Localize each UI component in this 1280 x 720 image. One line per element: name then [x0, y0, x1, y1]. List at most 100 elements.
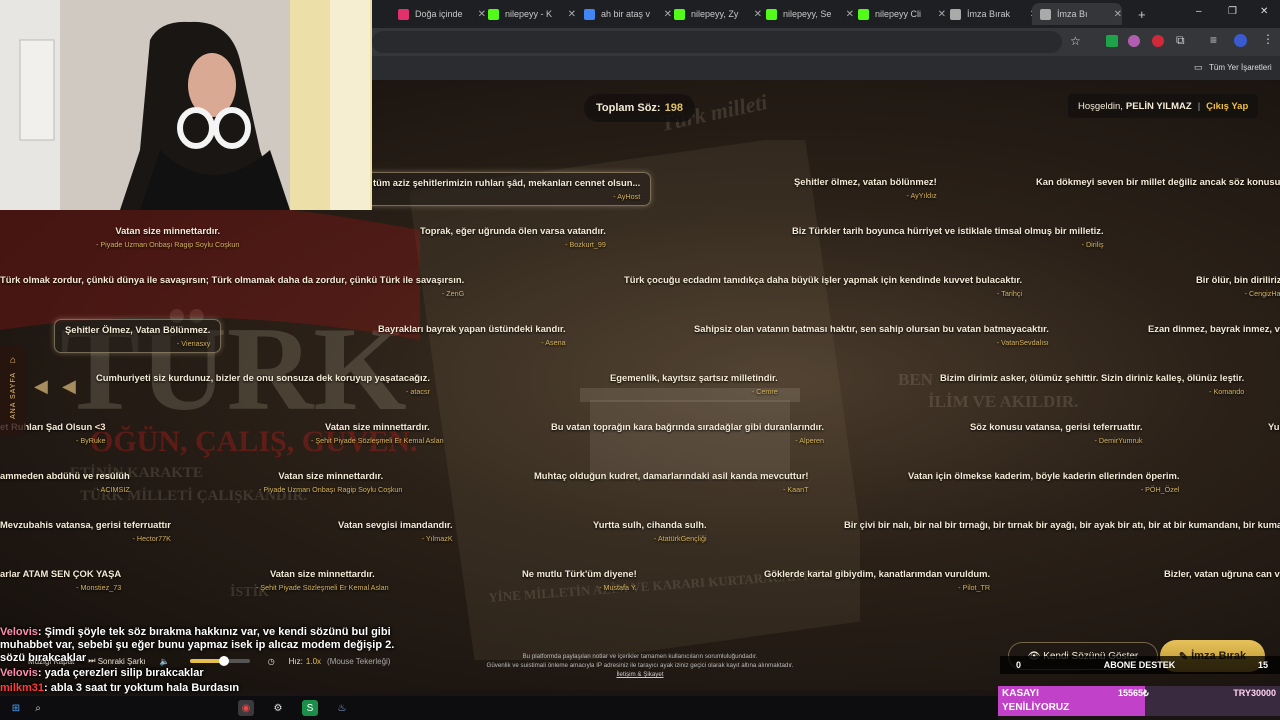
- signature-note[interactable]: Muhtaç olduğun kudret, damarlarındaki as…: [524, 466, 819, 498]
- signature-note[interactable]: Sahipsiz olan vatanın batması haktır, se…: [684, 319, 1059, 351]
- extensions-puzzle-icon[interactable]: ⧉: [1176, 33, 1185, 48]
- signature-note[interactable]: Egemenlik, kayıtsız şartsız milletindir.…: [600, 368, 788, 400]
- logout-link[interactable]: Çıkış Yap: [1206, 101, 1248, 112]
- scroll-left-arrow-icon[interactable]: ◀: [34, 376, 48, 397]
- close-tab-icon[interactable]: ✕: [568, 9, 576, 20]
- signature-note[interactable]: Vatan size minnettardır. - Şehit Piyade S…: [246, 564, 399, 596]
- signature-note[interactable]: Vatan için ölmekse kaderim, böyle kaderi…: [898, 466, 1189, 498]
- chrome-icon[interactable]: ◉: [238, 700, 254, 716]
- signature-note[interactable]: Vatan size minnettardır. - Piyade Uzman O…: [249, 466, 412, 498]
- signature-note[interactable]: Biz Türkler tarih boyunca hürriyet ve is…: [782, 221, 1114, 253]
- note-text: Ne mutlu Türk'üm diyene!: [522, 568, 637, 579]
- signature-note[interactable]: Ne mutlu Türk'üm diyene! - Mustafa Y.: [512, 564, 647, 596]
- note-text: Biz Türkler tarih boyunca hürriyet ve is…: [792, 225, 1104, 236]
- chat-user: milkm31: [0, 682, 45, 694]
- signature-note[interactable]: Türk çocuğu ecdadını tanıdıkça daha büyü…: [614, 270, 1032, 302]
- signature-note[interactable]: Bizim dirimiz asker, ölümüz şehittir. Si…: [930, 368, 1254, 400]
- profile-avatar[interactable]: [1234, 34, 1247, 47]
- note-author: - Alperen: [795, 436, 824, 445]
- browser-tab[interactable]: İmza Bı ✕: [1032, 3, 1122, 25]
- signature-note[interactable]: Vatan sevgisi imandandır. - YılmazK: [328, 515, 463, 547]
- signature-note[interactable]: Ezan dinmez, bayrak inmez, v: [1138, 319, 1280, 338]
- kick-icon: [674, 8, 685, 20]
- signature-note[interactable]: tüm aziz şehitlerimizin ruhları şâd, mek…: [362, 172, 652, 206]
- note-text: Toprak, eğer uğrunda ölen varsa vatandır…: [420, 225, 606, 236]
- spreadsheet-icon[interactable]: S: [302, 700, 318, 716]
- note-author: - Bozkurt_99: [565, 240, 606, 249]
- media-control-icon[interactable]: ≡: [1210, 33, 1217, 47]
- browser-tab[interactable]: nilepeyy - K ✕: [488, 3, 576, 25]
- welcome-separator: |: [1197, 100, 1201, 112]
- browser-tab-title: nilepeyy, Zy: [691, 9, 739, 19]
- minimize-button[interactable]: –: [1196, 6, 1202, 17]
- subscriber-goal-bar: 0 ABONE DESTEK 15: [1000, 656, 1280, 674]
- browser-tab[interactable]: ah bir ataş v ✕: [584, 3, 672, 25]
- note-text: Bir ölür, bin diriliriz!: [1196, 274, 1280, 285]
- signature-note[interactable]: Göklerde kartal gibiydim, kanatlarımdan …: [754, 564, 1000, 596]
- contact-complaint-link[interactable]: İletişim & Şikayet: [440, 670, 840, 679]
- note-text: Vatan size minnettardır.: [269, 568, 375, 579]
- browser-menu-icon[interactable]: ⋮: [1262, 32, 1274, 46]
- signature-note[interactable]: Vatan size minnettardır. - Piyade Uzman O…: [86, 221, 249, 253]
- signature-note[interactable]: arlar ATAM SEN ÇOK YAŞA - Monstiez_73: [0, 564, 131, 596]
- signature-note[interactable]: Yurtta sulh, cihanda sulh. - AtatürkGençl…: [583, 515, 717, 547]
- signature-note[interactable]: Yurtta sulh, cihanda sulh. - Ela: [1258, 417, 1280, 449]
- close-tab-icon[interactable]: ✕: [1114, 9, 1122, 20]
- browser-tab[interactable]: İmza Bırak✕: [950, 3, 1038, 25]
- close-tab-icon[interactable]: ✕: [664, 9, 672, 20]
- browser-tab[interactable]: nilepeyy, Zy ✕: [674, 3, 762, 25]
- instagram-icon: [398, 8, 409, 20]
- steam-icon[interactable]: ♨: [334, 700, 350, 716]
- signature-note[interactable]: Mevzubahis vatansa, gerisi teferruattır -…: [0, 515, 181, 547]
- signature-note[interactable]: Söz konusu vatansa, gerisi teferruattır.…: [960, 417, 1152, 449]
- signature-note[interactable]: Türk olmak zordur, çünkü dünya ile savaş…: [0, 270, 474, 302]
- browser-tab[interactable]: Doğa içinde ✕: [398, 3, 486, 25]
- browser-tab-title: İmza Bırak: [967, 9, 1011, 19]
- signature-note[interactable]: Toprak, eğer uğrunda ölen varsa vatandır…: [410, 221, 616, 253]
- close-tab-icon[interactable]: ✕: [754, 9, 762, 20]
- note-text: Vatan size minnettardır.: [278, 470, 384, 481]
- bookmarks-bar: ▭ Tüm Yer İşaretleri: [372, 56, 1280, 80]
- signature-note[interactable]: Cumhuriyeti siz kurdunuz, bizler de onu …: [86, 368, 440, 400]
- new-tab-button[interactable]: +: [1138, 7, 1146, 22]
- browser-tab-title: nilepeyy Cli: [875, 9, 922, 19]
- omnibox[interactable]: [372, 31, 1062, 53]
- close-tab-icon[interactable]: ✕: [846, 9, 854, 20]
- close-tab-icon[interactable]: ✕: [478, 9, 486, 20]
- note-author: - AyHost: [613, 192, 641, 201]
- search-icon[interactable]: ⌕: [30, 700, 46, 716]
- browser-tab[interactable]: nilepeyy, Se ✕: [766, 3, 854, 25]
- scroll-left-arrow-icon-2[interactable]: ◀: [62, 376, 76, 397]
- extension-excel-icon[interactable]: [1106, 35, 1118, 47]
- signature-note[interactable]: Bu vatan toprağın kara bağrında sıradağl…: [541, 417, 834, 449]
- all-bookmarks-button[interactable]: Tüm Yer İşaretleri: [1209, 63, 1272, 72]
- note-text: Cumhuriyeti siz kurdunuz, bizler de onu …: [96, 372, 430, 383]
- signature-note[interactable]: Bir çivi bir nalı, bir nal bir tırnağı, …: [834, 515, 1280, 534]
- maximize-button[interactable]: ❐: [1228, 6, 1237, 17]
- bookmark-star-icon[interactable]: ☆: [1070, 34, 1081, 48]
- settings-gear-icon[interactable]: ⚙: [270, 700, 286, 716]
- webcam-video-image: [0, 0, 372, 210]
- browser-tab[interactable]: nilepeyy Cli ✕: [858, 3, 946, 25]
- close-window-button[interactable]: ✕: [1260, 6, 1268, 17]
- google-icon: [584, 8, 595, 20]
- signature-note[interactable]: Şehitler Ölmez, Vatan Bölünmez. - Vienasx…: [54, 319, 222, 353]
- stream-chat-overlay: Velovis: Şimdi şöyle tek söz bırakma hak…: [0, 626, 400, 697]
- signature-note[interactable]: ammeden abdühü ve resûlüh - ACIMSIZ: [0, 466, 140, 498]
- signature-note[interactable]: Şehitler ölmez, vatan bölünmez! - AyYıldı…: [784, 172, 947, 204]
- signature-note[interactable]: Vatan size minnettardır. - Şehit Piyade S…: [301, 417, 454, 449]
- address-bar-row: ☆ ⧉ ≡ ⋮: [372, 28, 1280, 56]
- start-icon[interactable]: ⊞: [8, 700, 24, 716]
- home-side-tab[interactable]: ⌂ ANA SAYFA: [0, 345, 26, 435]
- signature-note[interactable]: Kan dökmeyi seven bir millet değiliz anc…: [1026, 172, 1280, 191]
- close-tab-icon[interactable]: ✕: [938, 9, 946, 20]
- signature-note[interactable]: Bayrakları bayrak yapan üstündeki kandır…: [368, 319, 576, 351]
- note-author: - Pilot_TR: [958, 583, 991, 592]
- note-text: Sahipsiz olan vatanın batması haktır, se…: [694, 323, 1049, 334]
- signature-note[interactable]: Bir ölür, bin diriliriz! - CengizHan: [1186, 270, 1280, 302]
- extension-icon[interactable]: [1128, 35, 1140, 47]
- signature-note[interactable]: Bizler, vatan uğruna can ve: [1154, 564, 1280, 583]
- note-author: - Piyade Uzman Onbaşı Ragip Soylu Coşkun: [96, 240, 240, 249]
- extension-red-icon[interactable]: [1152, 35, 1164, 47]
- note-text: Bizim dirimiz asker, ölümüz şehittir. Si…: [940, 372, 1245, 383]
